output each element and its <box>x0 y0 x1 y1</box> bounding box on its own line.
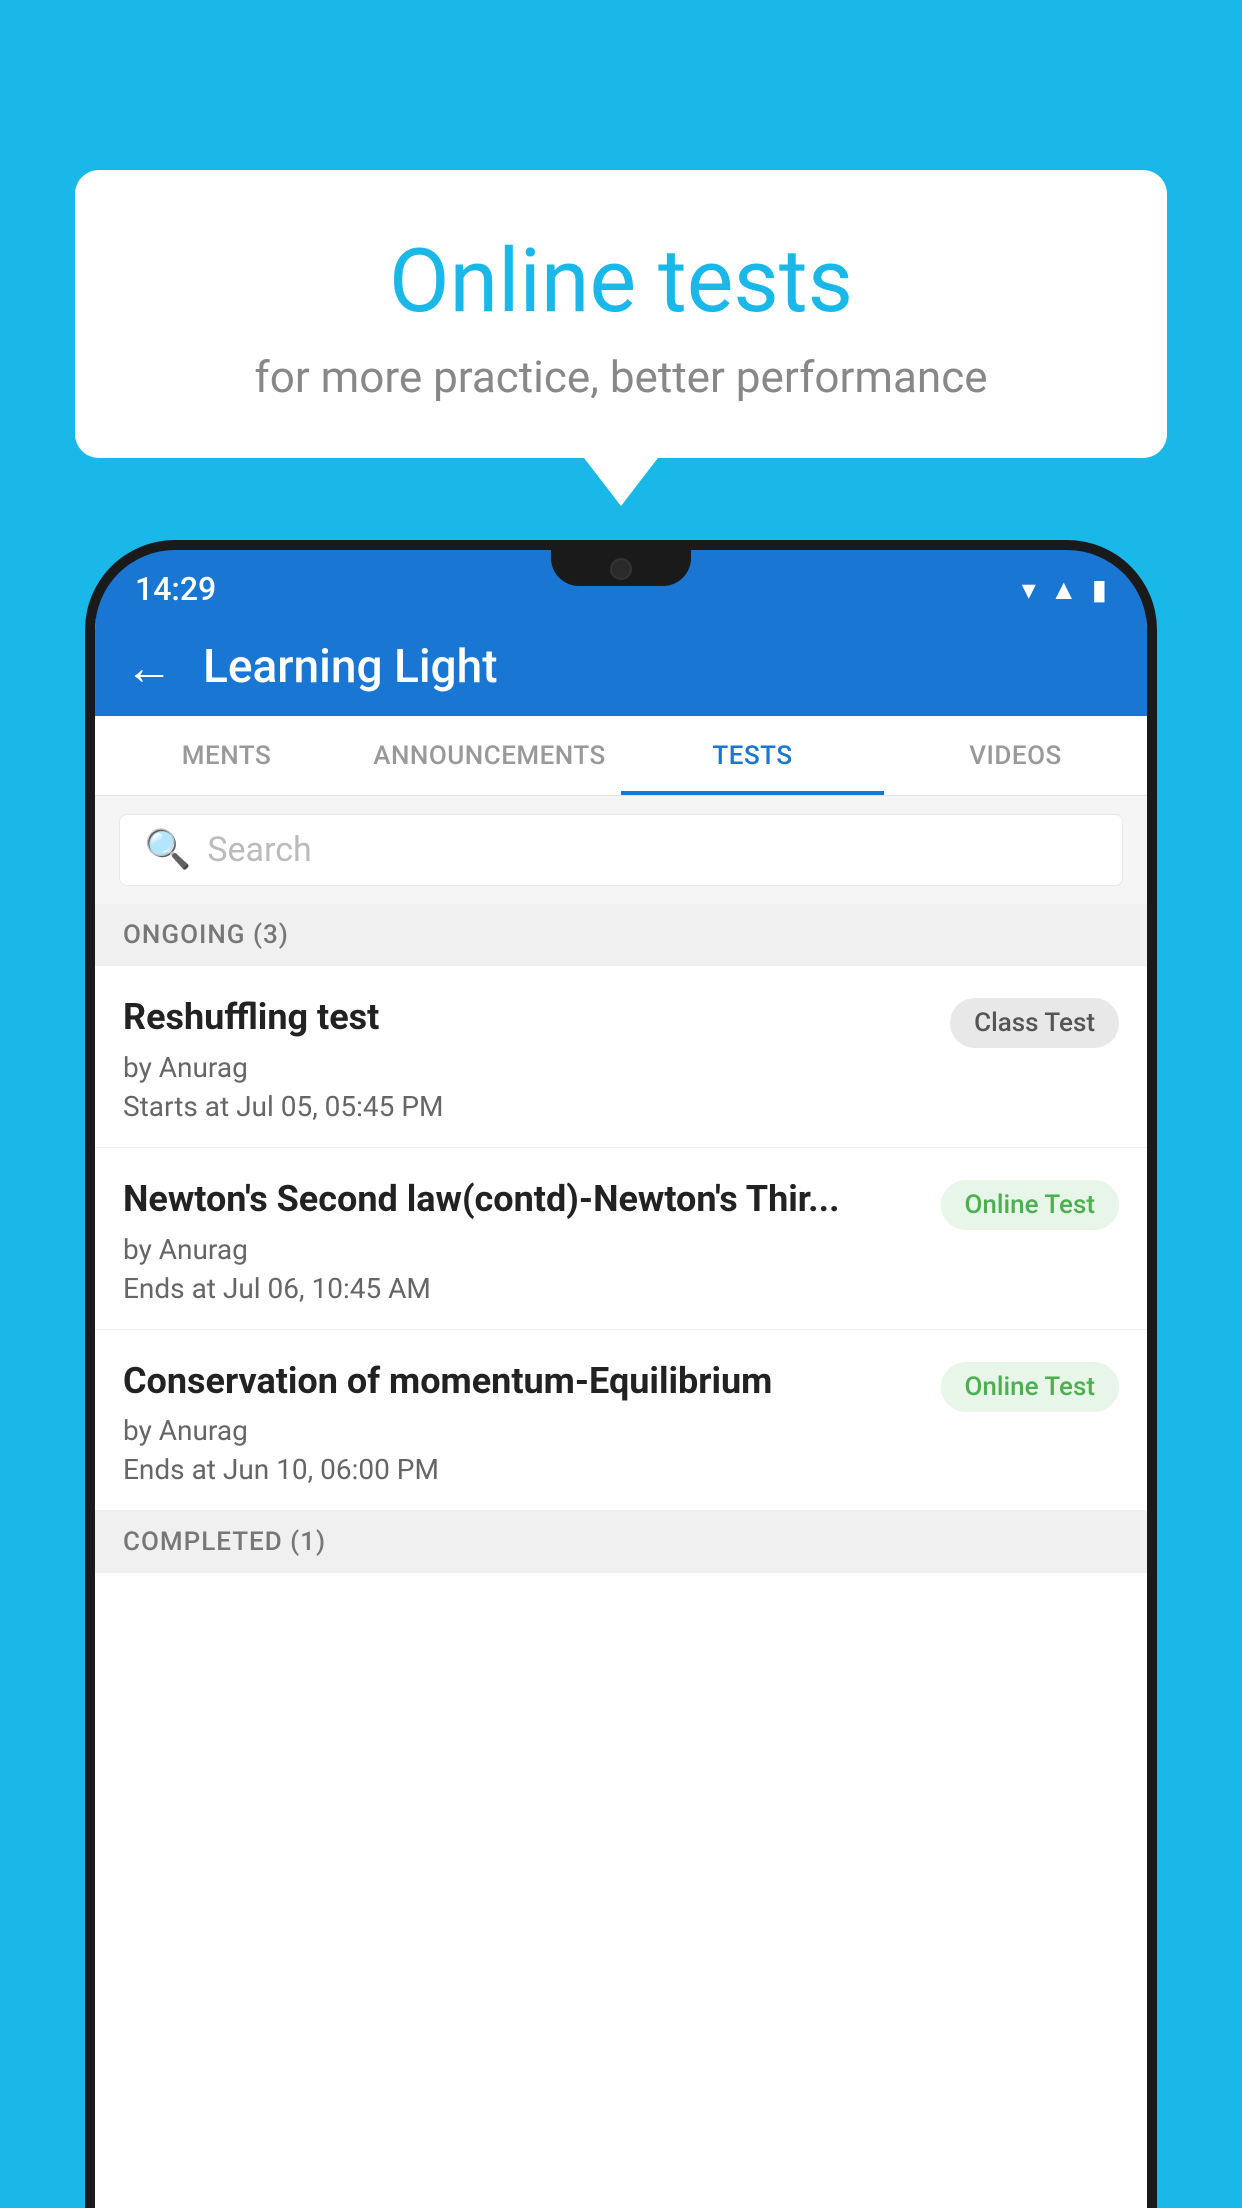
completed-section-header: COMPLETED (1) <box>95 1511 1147 1573</box>
completed-label: COMPLETED (1) <box>123 1527 326 1557</box>
app-title: Learning Light <box>203 640 498 694</box>
test-author: by Anurag <box>123 1233 921 1266</box>
test-title: Reshuffling test <box>123 994 930 1041</box>
test-author: by Anurag <box>123 1414 921 1447</box>
test-date: Starts at Jul 05, 05:45 PM <box>123 1090 930 1123</box>
battery-icon: ▮ <box>1092 573 1107 606</box>
speech-bubble: Online tests for more practice, better p… <box>75 170 1167 458</box>
test-author: by Anurag <box>123 1051 930 1084</box>
test-date: Ends at Jul 06, 10:45 AM <box>123 1272 921 1305</box>
phone-inner: 14:29 ▾ ▲ ▮ ← Learning Light MENTS ANNOU… <box>95 550 1147 2208</box>
test-info: Reshuffling test by Anurag Starts at Jul… <box>123 994 950 1123</box>
tabs-bar: MENTS ANNOUNCEMENTS TESTS VIDEOS <box>95 716 1147 796</box>
status-time: 14:29 <box>135 570 216 608</box>
phone-screen: ← Learning Light MENTS ANNOUNCEMENTS TES… <box>95 618 1147 2208</box>
status-icons: ▾ ▲ ▮ <box>1022 573 1107 606</box>
tab-ments[interactable]: MENTS <box>95 716 358 795</box>
camera <box>610 558 632 580</box>
test-info: Newton's Second law(contd)-Newton's Thir… <box>123 1176 941 1305</box>
search-container: 🔍 Search <box>95 796 1147 904</box>
back-button[interactable]: ← <box>125 639 173 696</box>
bubble-title: Online tests <box>125 230 1117 333</box>
search-icon: 🔍 <box>144 828 191 872</box>
ongoing-section-header: ONGOING (3) <box>95 904 1147 966</box>
test-title: Conservation of momentum-Equilibrium <box>123 1358 921 1405</box>
tab-tests[interactable]: TESTS <box>621 716 884 795</box>
search-input[interactable]: Search <box>207 830 311 870</box>
test-title: Newton's Second law(contd)-Newton's Thir… <box>123 1176 921 1223</box>
ongoing-label: ONGOING (3) <box>123 920 289 950</box>
online-test-badge: Online Test <box>941 1180 1120 1230</box>
test-item[interactable]: Reshuffling test by Anurag Starts at Jul… <box>95 966 1147 1148</box>
test-date: Ends at Jun 10, 06:00 PM <box>123 1453 921 1486</box>
phone-frame: 14:29 ▾ ▲ ▮ ← Learning Light MENTS ANNOU… <box>85 540 1157 2208</box>
search-bar[interactable]: 🔍 Search <box>119 814 1123 886</box>
online-test-badge: Online Test <box>941 1362 1120 1412</box>
speech-bubble-container: Online tests for more practice, better p… <box>75 170 1167 458</box>
test-item[interactable]: Conservation of momentum-Equilibrium by … <box>95 1330 1147 1512</box>
test-info: Conservation of momentum-Equilibrium by … <box>123 1358 941 1487</box>
app-header: ← Learning Light <box>95 618 1147 716</box>
tab-announcements[interactable]: ANNOUNCEMENTS <box>358 716 621 795</box>
signal-icon: ▲ <box>1050 573 1078 606</box>
wifi-icon: ▾ <box>1022 573 1036 606</box>
tab-videos[interactable]: VIDEOS <box>884 716 1147 795</box>
phone-notch <box>551 550 691 586</box>
test-item[interactable]: Newton's Second law(contd)-Newton's Thir… <box>95 1148 1147 1330</box>
bubble-subtitle: for more practice, better performance <box>125 351 1117 403</box>
class-test-badge: Class Test <box>950 998 1119 1048</box>
